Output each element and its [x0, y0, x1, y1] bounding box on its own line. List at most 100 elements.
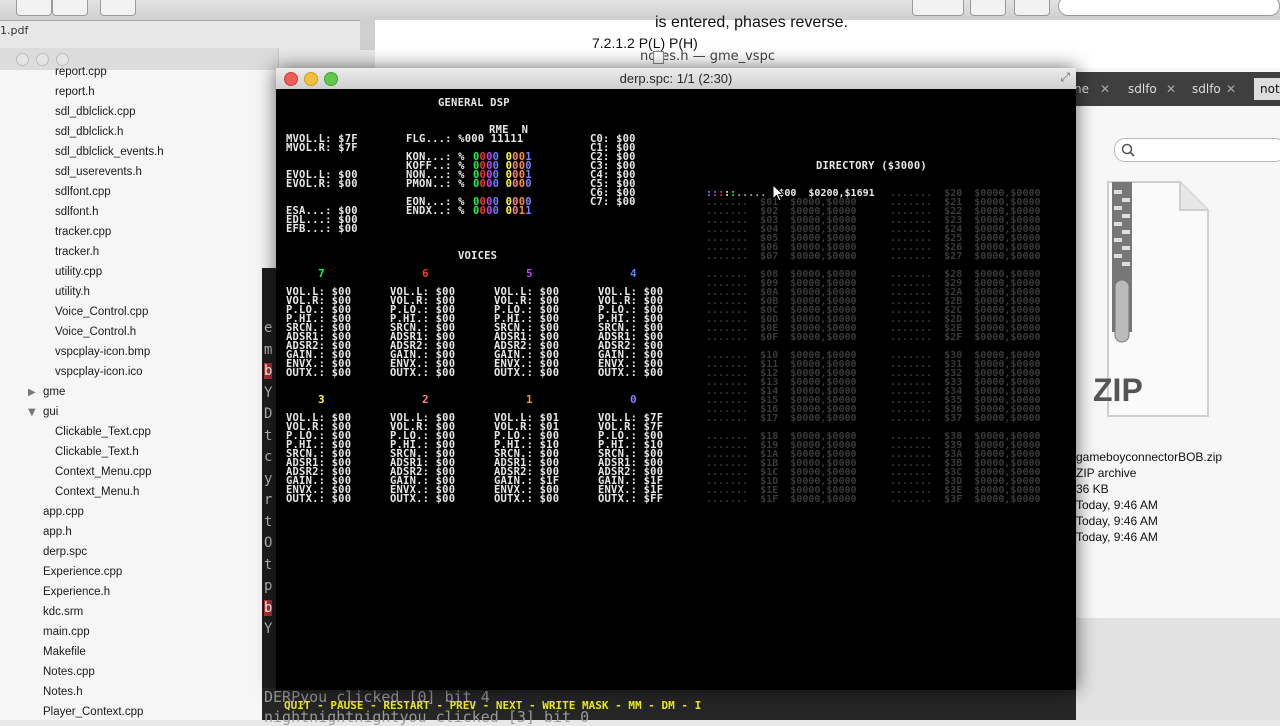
directory-entry[interactable]: ....... $07 $0000,$0000 — [706, 252, 857, 262]
directory-entry[interactable]: ....... $0F $0000,$0000 — [706, 333, 857, 343]
key-register-labels: KON...: % KOFF..: % NON...: % PMON..: % … — [406, 151, 465, 217]
file-item[interactable]: Context_Menu.h — [55, 486, 139, 498]
disclosure-open-icon[interactable]: ▼ — [28, 407, 36, 418]
close-icon[interactable]: ✕ — [1100, 82, 1110, 96]
file-item[interactable]: vspcplay-icon.bmp — [55, 346, 150, 358]
file-item[interactable]: Makefile — [43, 646, 86, 658]
key-bit-row: 0000 0000 — [473, 178, 532, 190]
toolbar-annotate-button[interactable] — [912, 0, 964, 16]
directory-title: DIRECTORY ($3000) — [816, 160, 927, 172]
terminal-char: t — [264, 513, 273, 530]
file-item[interactable]: Notes.cpp — [43, 666, 95, 678]
terminal-char: p — [264, 578, 273, 594]
coefficient-registers: C0: $00 C1: $00 C2: $00 C3: $00 C4: $00 … — [590, 133, 636, 208]
voice-number[interactable]: 6 — [422, 267, 429, 280]
zoom-dot-icon[interactable] — [56, 53, 69, 66]
minimize-dot-icon[interactable] — [36, 53, 49, 66]
voice-number[interactable]: 2 — [422, 393, 429, 406]
tab-label[interactable]: ne — [1074, 82, 1089, 96]
file-item[interactable]: vspcplay-icon.ico — [55, 366, 143, 378]
pdf-text-line: is entered, phases reverse. — [655, 14, 848, 31]
close-icon[interactable]: ✕ — [1226, 82, 1236, 96]
voice-bit[interactable]: 1 — [525, 205, 532, 217]
finder-bottom — [1076, 618, 1280, 720]
tab-label[interactable]: sdlfo — [1128, 82, 1157, 96]
terminal-char: y — [264, 470, 273, 487]
voice-registers: VOL.L: $00 VOL.R: $00 P.LO.: $00 P.HI.: … — [286, 412, 352, 505]
finder-search-input[interactable] — [1114, 138, 1280, 162]
file-item[interactable]: derp.spc — [43, 546, 87, 558]
file-item[interactable]: Experience.cpp — [43, 566, 122, 578]
directory-entry[interactable]: ....... $27 $0000,$0000 — [890, 252, 1041, 262]
toolbar-share-button[interactable] — [100, 0, 136, 16]
file-item[interactable]: sdlfont.h — [55, 206, 98, 218]
file-item[interactable]: app.h — [43, 526, 72, 538]
close-icon[interactable]: ✕ — [1166, 82, 1176, 96]
voice-number[interactable]: 7 — [318, 267, 325, 280]
voice-number[interactable]: 3 — [318, 393, 325, 406]
file-item[interactable]: sdl_dblclick_events.h — [55, 146, 164, 158]
voice-registers: VOL.L: $00 VOL.R: $00 P.LO.: $00 P.HI.: … — [390, 286, 456, 379]
file-item[interactable]: utility.cpp — [55, 266, 102, 278]
fullscreen-icon[interactable]: ⤢ — [1060, 70, 1070, 85]
voice-number[interactable]: 5 — [526, 267, 533, 280]
file-item[interactable]: Voice_Control.h — [55, 326, 136, 338]
background-toolbar — [0, 0, 1280, 21]
directory-entry[interactable]: ....... $1F $0000,$0000 — [706, 495, 857, 505]
toolbar-zoom-button[interactable] — [52, 0, 88, 16]
file-item[interactable]: main.cpp — [43, 626, 90, 638]
file-item[interactable]: Clickable_Text.cpp — [55, 426, 151, 438]
directory-entry[interactable]: ....... $2F $0000,$0000 — [890, 333, 1041, 343]
file-item[interactable]: Notes.h — [43, 686, 83, 698]
window-titlebar[interactable]: derp.spc: 1/1 (2:30) ⤢ — [276, 68, 1076, 90]
tab-label[interactable]: note — [1254, 78, 1280, 100]
voice-registers: VOL.L: $00 VOL.R: $00 P.LO.: $00 P.HI.: … — [494, 286, 560, 379]
file-item[interactable]: Clickable_Text.h — [55, 446, 139, 458]
close-dot-icon[interactable] — [16, 53, 29, 66]
toolbar-rotate-button[interactable] — [970, 0, 1006, 16]
voice-number[interactable]: 1 — [526, 393, 533, 406]
disclosure-closed-icon[interactable]: ▶ — [28, 387, 36, 398]
voice-bit[interactable]: 0 — [525, 178, 532, 190]
folder-item[interactable]: gme — [43, 386, 65, 398]
tab-label[interactable]: sdlfo — [1192, 82, 1221, 96]
file-modified: Today, 9:46 AM — [1076, 514, 1158, 528]
file-item[interactable]: sdl_userevents.h — [55, 166, 142, 178]
file-item[interactable]: report.cpp — [55, 66, 107, 78]
terminal-char: Y — [264, 621, 273, 637]
file-item[interactable]: utility.h — [55, 286, 90, 298]
file-item[interactable]: sdl_dblclick.cpp — [55, 106, 136, 118]
voice-registers: VOL.L: $00 VOL.R: $00 P.LO.: $00 P.HI.: … — [598, 286, 664, 379]
voices-title: VOICES — [458, 250, 498, 262]
directory-entry[interactable]: ....... $17 $0000,$0000 — [706, 414, 857, 424]
file-item[interactable]: app.cpp — [43, 506, 84, 518]
file-item[interactable]: sdlfont.cpp — [55, 186, 111, 198]
file-item[interactable]: Player_Context.cpp — [43, 706, 143, 718]
file-item[interactable]: report.h — [55, 86, 95, 98]
file-item[interactable]: tracker.h — [55, 246, 99, 258]
voice-bit[interactable]: 0 — [493, 205, 506, 217]
finder-tab-bar: ne ✕ sdlfo ✕ sdlfo ✕ note — [1074, 72, 1280, 106]
directory-entry[interactable]: ....... $37 $0000,$0000 — [890, 414, 1041, 424]
spc-player-window: derp.spc: 1/1 (2:30) ⤢ GENERAL DSP MVOL.… — [276, 68, 1076, 712]
file-item[interactable]: sdl_dblclick.h — [55, 126, 123, 138]
toolbar-edit-button[interactable] — [1014, 0, 1050, 16]
voice-number[interactable]: 4 — [630, 267, 637, 280]
folder-item[interactable]: gui — [43, 406, 58, 418]
toolbar-search-field[interactable] — [1058, 0, 1280, 16]
terminal-char: Y — [264, 384, 273, 401]
file-item[interactable]: Voice_Control.cpp — [55, 306, 148, 318]
file-item[interactable]: Experience.h — [43, 586, 110, 598]
file-item[interactable]: tracker.cpp — [55, 226, 111, 238]
terminal-char: D — [264, 406, 273, 422]
voice-bit[interactable]: 0 — [493, 178, 506, 190]
directory-entry[interactable]: ....... $3F $0000,$0000 — [890, 495, 1041, 505]
file-item[interactable]: Context_Menu.cpp — [55, 466, 152, 478]
terminal-char: t — [264, 556, 273, 573]
voice-number[interactable]: 0 — [630, 393, 637, 406]
toolbar-search-button[interactable] — [16, 0, 52, 16]
command-bar[interactable]: QUIT - PAUSE - RESTART - PREV - NEXT - W… — [284, 699, 701, 712]
document-icon — [653, 51, 664, 64]
file-item[interactable]: kdc.srm — [43, 606, 83, 618]
flg-register: FLG...: %000 11111 — [406, 133, 524, 145]
